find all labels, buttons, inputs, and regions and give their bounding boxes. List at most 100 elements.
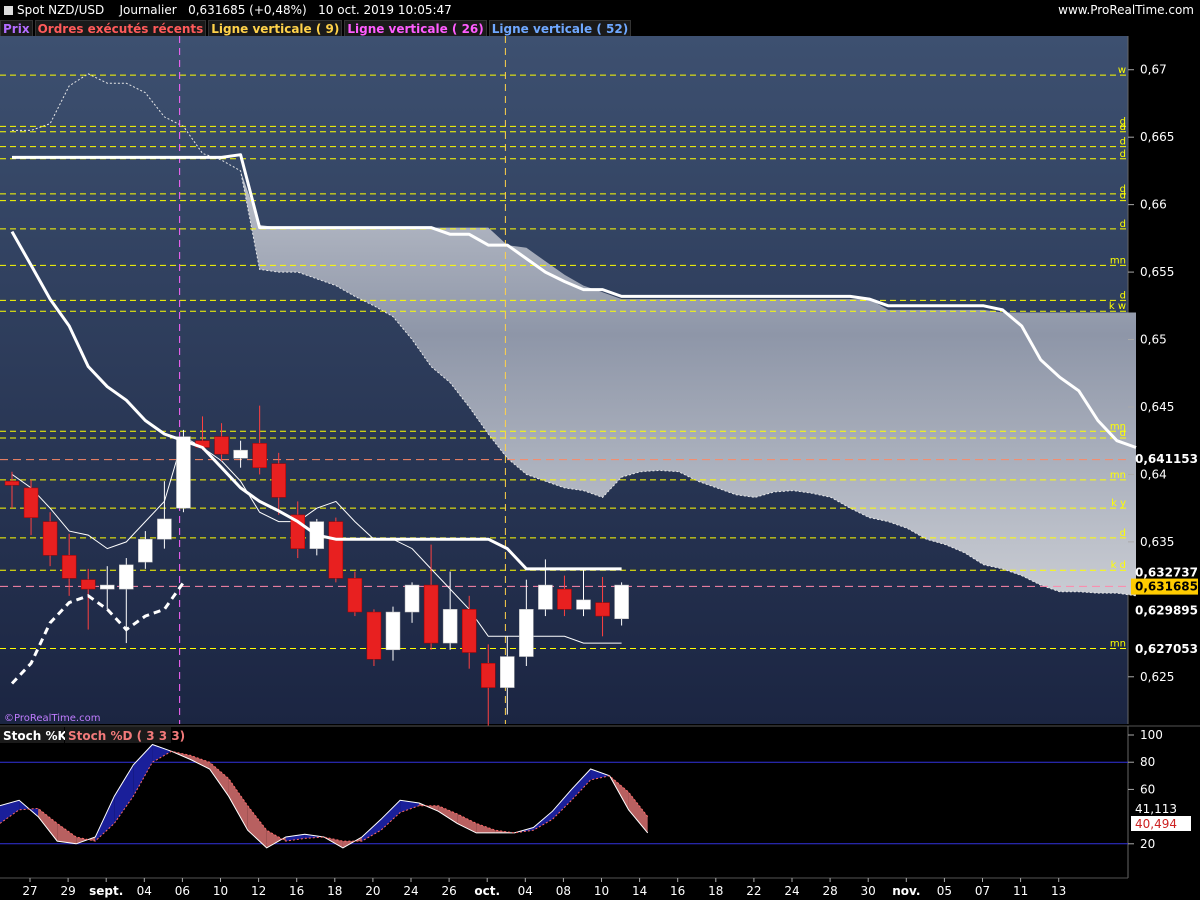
y-tick-label: 0,635 bbox=[1140, 535, 1174, 549]
x-tick-label: 05 bbox=[937, 884, 952, 898]
candle-body[interactable] bbox=[538, 584, 553, 610]
x-tick-label: 18 bbox=[708, 884, 723, 898]
level-label: d bbox=[1120, 149, 1126, 160]
stoch-d-legend: Stoch %D ( 3 3 3) bbox=[68, 729, 185, 743]
x-tick-label: 14 bbox=[632, 884, 647, 898]
level-label: mn bbox=[1110, 255, 1126, 266]
price-label: 0,627053 bbox=[1135, 642, 1198, 656]
y-tick-label: 0,65 bbox=[1140, 333, 1167, 347]
candle-body[interactable] bbox=[119, 564, 134, 590]
watermark: ©ProRealTime.com bbox=[4, 713, 100, 724]
y-tick-label: 0,655 bbox=[1140, 265, 1174, 279]
candle-body[interactable] bbox=[385, 611, 401, 651]
stoch-y-tick-label: 20 bbox=[1140, 837, 1155, 851]
x-tick-label: 11 bbox=[1013, 884, 1028, 898]
candle-body[interactable] bbox=[100, 584, 115, 590]
site-link[interactable]: www.ProRealTime.com bbox=[1058, 3, 1194, 17]
x-tick-label: 27 bbox=[22, 884, 37, 898]
level-label: d bbox=[1120, 290, 1126, 301]
x-tick-label: 24 bbox=[403, 884, 418, 898]
candle-body[interactable] bbox=[442, 609, 458, 644]
price-chart[interactable]: wdddddddmndk wmndmnk ydk dmn0,670,6650,6… bbox=[0, 20, 1200, 900]
x-tick-label: 20 bbox=[365, 884, 380, 898]
level-label: d bbox=[1120, 528, 1126, 539]
candle-body[interactable] bbox=[347, 578, 363, 613]
candle-body[interactable] bbox=[23, 487, 39, 518]
y-tick-label: 0,64 bbox=[1140, 467, 1167, 481]
candle-body[interactable] bbox=[214, 436, 229, 455]
x-tick-label: 10 bbox=[213, 884, 228, 898]
level-label: k w bbox=[1109, 301, 1126, 312]
candle-body[interactable] bbox=[595, 602, 610, 617]
candle-body[interactable] bbox=[271, 463, 286, 498]
x-tick-label: 26 bbox=[441, 884, 456, 898]
x-tick-label: 07 bbox=[975, 884, 990, 898]
window-title-bar: Spot NZD/USD Journalier 0,631685 (+0,48%… bbox=[0, 0, 1200, 20]
candle-body[interactable] bbox=[252, 443, 267, 468]
candle-body[interactable] bbox=[423, 584, 439, 644]
quote-label: 0,631685 (+0,48%) bbox=[188, 3, 307, 17]
price-label: 0,632737 bbox=[1135, 565, 1198, 579]
x-tick-label: 29 bbox=[60, 884, 75, 898]
stoch-k-value: 41,113 bbox=[1135, 802, 1177, 816]
level-label: d bbox=[1120, 137, 1126, 148]
y-tick-label: 0,665 bbox=[1140, 130, 1174, 144]
x-tick-label: 04 bbox=[137, 884, 152, 898]
candle-body[interactable] bbox=[157, 518, 172, 540]
x-tick-label: 06 bbox=[175, 884, 190, 898]
candle-body[interactable] bbox=[176, 436, 191, 509]
level-label: d bbox=[1120, 219, 1126, 230]
price-label: 0,629895 bbox=[1135, 604, 1198, 618]
candle-body[interactable] bbox=[500, 656, 515, 688]
candle-body[interactable] bbox=[366, 611, 382, 660]
x-tick-label: 24 bbox=[784, 884, 799, 898]
level-label: k d bbox=[1111, 560, 1126, 571]
stoch-d-value: 40,494 bbox=[1135, 817, 1177, 831]
candle-body[interactable] bbox=[42, 521, 58, 556]
x-tick-label: 30 bbox=[861, 884, 876, 898]
candle-body[interactable] bbox=[4, 480, 20, 486]
stoch-legend: Stoch %K Stoch %D ( 3 3 3) bbox=[0, 727, 185, 743]
level-label: d bbox=[1120, 122, 1126, 133]
x-tick-label: 28 bbox=[822, 884, 837, 898]
stoch-y-tick-label: 100 bbox=[1140, 728, 1163, 742]
candle-body[interactable] bbox=[404, 584, 420, 613]
period-label[interactable]: Journalier bbox=[119, 3, 176, 17]
x-tick-label: nov. bbox=[892, 884, 920, 898]
x-tick-label: 22 bbox=[746, 884, 761, 898]
x-tick-label: 18 bbox=[327, 884, 342, 898]
x-tick-label: sept. bbox=[89, 884, 123, 898]
y-tick-label: 0,67 bbox=[1140, 63, 1167, 77]
datetime-label: 10 oct. 2019 10:05:47 bbox=[318, 3, 452, 17]
candle-body[interactable] bbox=[481, 663, 496, 688]
level-label: mn bbox=[1110, 470, 1126, 481]
level-label: k y bbox=[1111, 498, 1126, 509]
level-label: mn bbox=[1110, 638, 1126, 649]
candle-body[interactable] bbox=[576, 599, 591, 610]
instrument-name: Spot NZD/USD bbox=[17, 3, 105, 17]
price-label: 0,641153 bbox=[1135, 452, 1198, 466]
x-tick-label: 08 bbox=[556, 884, 571, 898]
x-tick-label: 04 bbox=[518, 884, 533, 898]
candle-body[interactable] bbox=[461, 609, 477, 653]
candle-body[interactable] bbox=[614, 584, 629, 620]
stoch-y-tick-label: 80 bbox=[1140, 755, 1155, 769]
candle-body[interactable] bbox=[233, 449, 248, 459]
stoch-y-tick-label: 60 bbox=[1140, 782, 1155, 796]
level-label: w bbox=[1118, 65, 1126, 76]
level-label: d bbox=[1120, 428, 1126, 439]
y-tick-label: 0,66 bbox=[1140, 198, 1167, 212]
candle-body[interactable] bbox=[519, 609, 534, 657]
candle-body[interactable] bbox=[80, 579, 96, 590]
x-tick-label: 16 bbox=[289, 884, 304, 898]
candle-body[interactable] bbox=[557, 588, 572, 610]
level-label: d bbox=[1120, 191, 1126, 202]
x-tick-label: oct. bbox=[474, 884, 500, 898]
price-label: 0,631685 bbox=[1135, 580, 1198, 594]
x-tick-label: 13 bbox=[1051, 884, 1066, 898]
candle-body[interactable] bbox=[61, 555, 77, 579]
stoch-k-legend: Stoch %K bbox=[3, 729, 67, 743]
candle-body[interactable] bbox=[138, 538, 153, 563]
candle-body[interactable] bbox=[328, 521, 344, 579]
x-tick-label: 12 bbox=[251, 884, 266, 898]
